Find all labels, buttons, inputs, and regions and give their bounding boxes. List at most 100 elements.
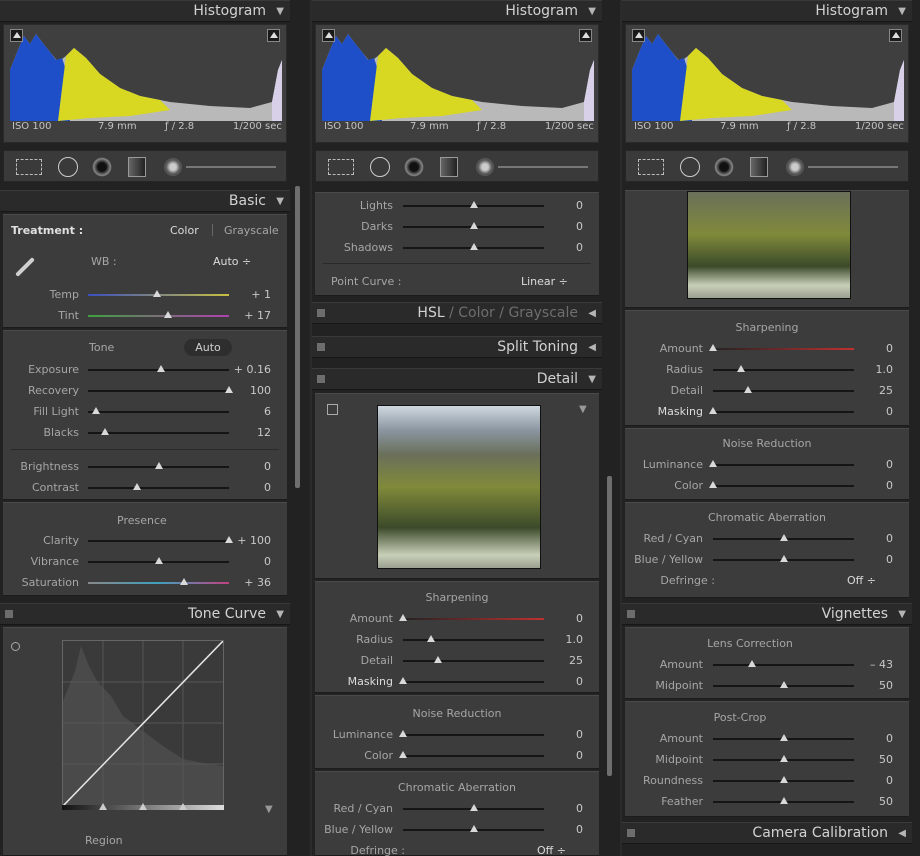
post-crop-midpoint-slider[interactable] — [713, 755, 854, 762]
collapse-triangle-icon[interactable]: ▼ — [898, 6, 906, 17]
vignette-amount-knob[interactable] — [748, 660, 757, 667]
panel-toggle-icon[interactable] — [317, 343, 325, 351]
post-crop-amount-slider[interactable] — [713, 734, 854, 741]
point-curve-dropdown[interactable]: Linear ÷ — [521, 275, 568, 288]
preview-menu-triangle-icon[interactable]: ▼ — [579, 404, 587, 415]
sharpening-amount-value[interactable]: 0 — [576, 612, 583, 625]
red-cyan-value[interactable]: 0 — [576, 802, 583, 815]
brightness-knob[interactable] — [154, 462, 163, 469]
sharpening-amount-knob[interactable] — [399, 614, 407, 621]
detail-slider[interactable] — [713, 386, 854, 393]
red-cyan-value[interactable]: 0 — [886, 532, 893, 545]
saturation-knob[interactable] — [179, 578, 188, 585]
treatment-grayscale-option[interactable]: Grayscale — [224, 224, 279, 237]
expand-triangle-icon[interactable]: ◀ — [588, 342, 596, 353]
panel-toggle-icon[interactable] — [627, 829, 635, 837]
radius-value[interactable]: 1.0 — [566, 633, 584, 646]
blue-yellow-value[interactable]: 0 — [886, 553, 893, 566]
radius-knob[interactable] — [737, 365, 746, 372]
red-cyan-knob[interactable] — [469, 804, 478, 811]
graduated-filter-icon[interactable] — [128, 157, 146, 177]
temp-knob[interactable] — [153, 290, 162, 297]
saturation-value[interactable]: + 36 — [244, 576, 271, 589]
histogram-header[interactable]: Histogram ▼ — [0, 0, 290, 22]
crosshair-icon[interactable] — [327, 404, 338, 415]
split-point-shadows[interactable] — [99, 803, 107, 810]
color-nr-slider[interactable] — [709, 481, 854, 488]
feather-value[interactable]: 50 — [879, 795, 893, 808]
collapse-triangle-icon[interactable]: ▼ — [276, 6, 284, 17]
target-adjust-icon[interactable] — [11, 642, 20, 651]
split-point-midtones[interactable] — [139, 803, 147, 810]
blacks-slider[interactable] — [88, 428, 229, 435]
recovery-slider[interactable] — [88, 386, 233, 393]
vibrance-value[interactable]: 0 — [264, 555, 271, 568]
masking-value[interactable]: 0 — [576, 675, 583, 688]
post-crop-midpoint-value[interactable]: 50 — [879, 753, 893, 766]
tone-curve-graph[interactable] — [62, 640, 224, 807]
temp-value[interactable]: + 1 — [251, 288, 271, 301]
scrollbar-thumb[interactable] — [295, 186, 300, 488]
radius-slider[interactable] — [403, 635, 544, 642]
brightness-slider[interactable] — [88, 462, 229, 469]
blue-yellow-value[interactable]: 0 — [576, 823, 583, 836]
color-nr-value[interactable]: 0 — [886, 479, 893, 492]
detail-preview-image[interactable] — [377, 405, 541, 569]
red-cyan-knob[interactable] — [779, 534, 788, 541]
shadow-clipping-icon[interactable] — [632, 29, 645, 42]
tint-value[interactable]: + 17 — [244, 309, 271, 322]
lights-value[interactable]: 0 — [576, 199, 583, 212]
red-eye-icon[interactable] — [404, 157, 424, 177]
color-nr-knob[interactable] — [399, 751, 407, 758]
histogram-header[interactable]: Histogram ▼ — [312, 0, 602, 22]
defringe-dropdown[interactable]: Off ÷ — [537, 844, 566, 856]
expand-triangle-icon[interactable]: ◀ — [588, 308, 596, 319]
contrast-slider[interactable] — [88, 483, 229, 490]
masking-knob[interactable] — [709, 407, 717, 414]
tool-slider[interactable] — [808, 166, 898, 168]
vibrance-knob[interactable] — [154, 557, 163, 564]
exposure-value[interactable]: + 0.16 — [234, 363, 271, 376]
tint-slider[interactable] — [88, 311, 229, 318]
vibrance-slider[interactable] — [88, 557, 229, 564]
lights-knob[interactable] — [469, 201, 478, 208]
luminance-slider[interactable] — [399, 730, 544, 737]
collapse-triangle-icon[interactable]: ▼ — [276, 196, 284, 207]
spot-removal-icon[interactable] — [680, 157, 700, 177]
blue-yellow-knob[interactable] — [779, 555, 788, 562]
blacks-value[interactable]: 12 — [257, 426, 271, 439]
graduated-filter-icon[interactable] — [440, 157, 458, 177]
recovery-knob[interactable] — [225, 386, 233, 393]
eyedropper-icon[interactable] — [8, 250, 42, 284]
post-crop-midpoint-knob[interactable] — [779, 755, 788, 762]
blue-yellow-slider[interactable] — [713, 555, 854, 562]
clarity-value[interactable]: + 100 — [237, 534, 271, 547]
crop-icon[interactable] — [638, 159, 664, 175]
radius-slider[interactable] — [713, 365, 854, 372]
sharpening-amount-slider[interactable] — [399, 614, 544, 621]
adjustment-brush-icon[interactable] — [476, 158, 494, 176]
post-crop-amount-value[interactable]: 0 — [886, 732, 893, 745]
roundness-knob[interactable] — [779, 776, 788, 783]
crop-icon[interactable] — [328, 159, 354, 175]
hsl-header[interactable]: HSL / Color / Grayscale ◀ — [312, 302, 602, 324]
color-nr-knob[interactable] — [709, 481, 717, 488]
treatment-color-option[interactable]: Color — [170, 224, 199, 237]
auto-tone-button[interactable]: Auto — [184, 339, 232, 356]
collapse-triangle-icon[interactable]: ▼ — [276, 609, 284, 620]
radius-knob[interactable] — [427, 635, 436, 642]
feather-knob[interactable] — [779, 797, 788, 804]
histogram-header[interactable]: Histogram ▼ — [622, 0, 912, 22]
adjustment-brush-icon[interactable] — [164, 158, 182, 176]
defringe-dropdown[interactable]: Off ÷ — [847, 574, 876, 587]
clarity-knob[interactable] — [225, 536, 233, 543]
color-nr-value[interactable]: 0 — [576, 749, 583, 762]
darks-knob[interactable] — [469, 222, 478, 229]
highlight-clipping-icon[interactable] — [889, 29, 902, 42]
temp-slider[interactable] — [88, 290, 229, 297]
vignette-amount-slider[interactable] — [713, 660, 854, 667]
detail-header[interactable]: Detail ▼ — [312, 368, 602, 390]
detail-knob[interactable] — [744, 386, 753, 393]
scrollbar-thumb[interactable] — [607, 476, 612, 776]
detail-knob[interactable] — [434, 656, 443, 663]
